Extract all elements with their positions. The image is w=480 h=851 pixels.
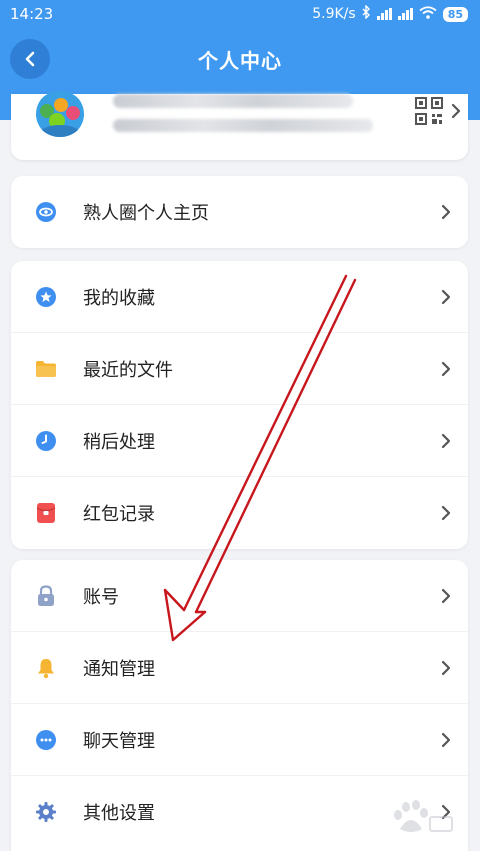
- folder-icon: [35, 358, 57, 380]
- status-indicators: 5.9K/s 85: [312, 4, 468, 23]
- chevron-right-icon: [441, 433, 451, 448]
- status-time: 14:23: [10, 5, 54, 23]
- network-speed: 5.9K/s: [312, 6, 356, 22]
- clock-icon: [35, 430, 57, 452]
- back-button[interactable]: [10, 39, 50, 79]
- menu-item-label: 聊天管理: [83, 730, 155, 752]
- chevron-right-icon: [441, 732, 451, 747]
- lock-icon: [35, 584, 57, 607]
- chevron-right-icon: [441, 588, 451, 603]
- status-bar: 14:23 5.9K/s 85: [0, 0, 480, 28]
- menu-item-label: 通知管理: [83, 658, 155, 680]
- menu-section-content: 我的收藏 最近的文件 稍后处理 红包记录: [11, 261, 468, 549]
- menu-item-label: 其他设置: [83, 803, 155, 824]
- menu-item-label: 最近的文件: [83, 359, 173, 381]
- menu-item-moments-homepage[interactable]: 熟人圈个人主页: [11, 176, 468, 248]
- menu-item-label: 熟人圈个人主页: [83, 203, 209, 224]
- menu-item-label: 账号: [83, 586, 119, 608]
- menu-item-favorites[interactable]: 我的收藏: [11, 261, 468, 333]
- chevron-left-icon: [25, 51, 35, 67]
- wifi-icon: [419, 5, 437, 23]
- qr-code-icon[interactable]: [415, 97, 443, 125]
- chevron-right-icon: [451, 103, 461, 119]
- menu-item-label: 稍后处理: [83, 431, 155, 453]
- signal-icon: [376, 8, 392, 20]
- chat-bubble-icon: [35, 729, 57, 751]
- battery-indicator: 85: [442, 6, 468, 22]
- nav-bar: 个人中心: [0, 28, 480, 90]
- menu-item-label: 红包记录: [83, 504, 155, 525]
- chevron-right-icon: [441, 204, 451, 220]
- star-icon: [35, 286, 57, 308]
- menu-item-chat-management[interactable]: 聊天管理: [11, 704, 468, 776]
- menu-item-later[interactable]: 稍后处理: [11, 405, 468, 477]
- profile-card[interactable]: [11, 91, 468, 160]
- red-envelope-icon: [35, 502, 57, 524]
- avatar: [35, 91, 85, 137]
- menu-section-moments: 熟人圈个人主页: [11, 176, 468, 248]
- menu-item-red-envelope[interactable]: 红包记录: [11, 477, 468, 549]
- baidu-watermark-logo: [394, 800, 453, 832]
- menu-item-notifications[interactable]: 通知管理: [11, 632, 468, 704]
- menu-item-label: 我的收藏: [83, 287, 155, 309]
- chevron-right-icon: [441, 660, 451, 675]
- page-title: 个人中心: [198, 48, 282, 73]
- chevron-right-icon: [441, 505, 451, 521]
- bell-icon: [35, 657, 57, 679]
- bluetooth-icon: [362, 4, 371, 23]
- chevron-right-icon: [441, 361, 451, 376]
- chevron-right-icon: [441, 289, 451, 304]
- profile-id-blurred: [113, 119, 373, 132]
- signal-icon-2: [397, 8, 413, 20]
- profile-name-blurred: [113, 94, 353, 108]
- circle-ring-icon: [35, 201, 57, 223]
- gear-icon: [35, 801, 57, 823]
- menu-item-recent-files[interactable]: 最近的文件: [11, 333, 468, 405]
- menu-item-account[interactable]: 账号: [11, 560, 468, 632]
